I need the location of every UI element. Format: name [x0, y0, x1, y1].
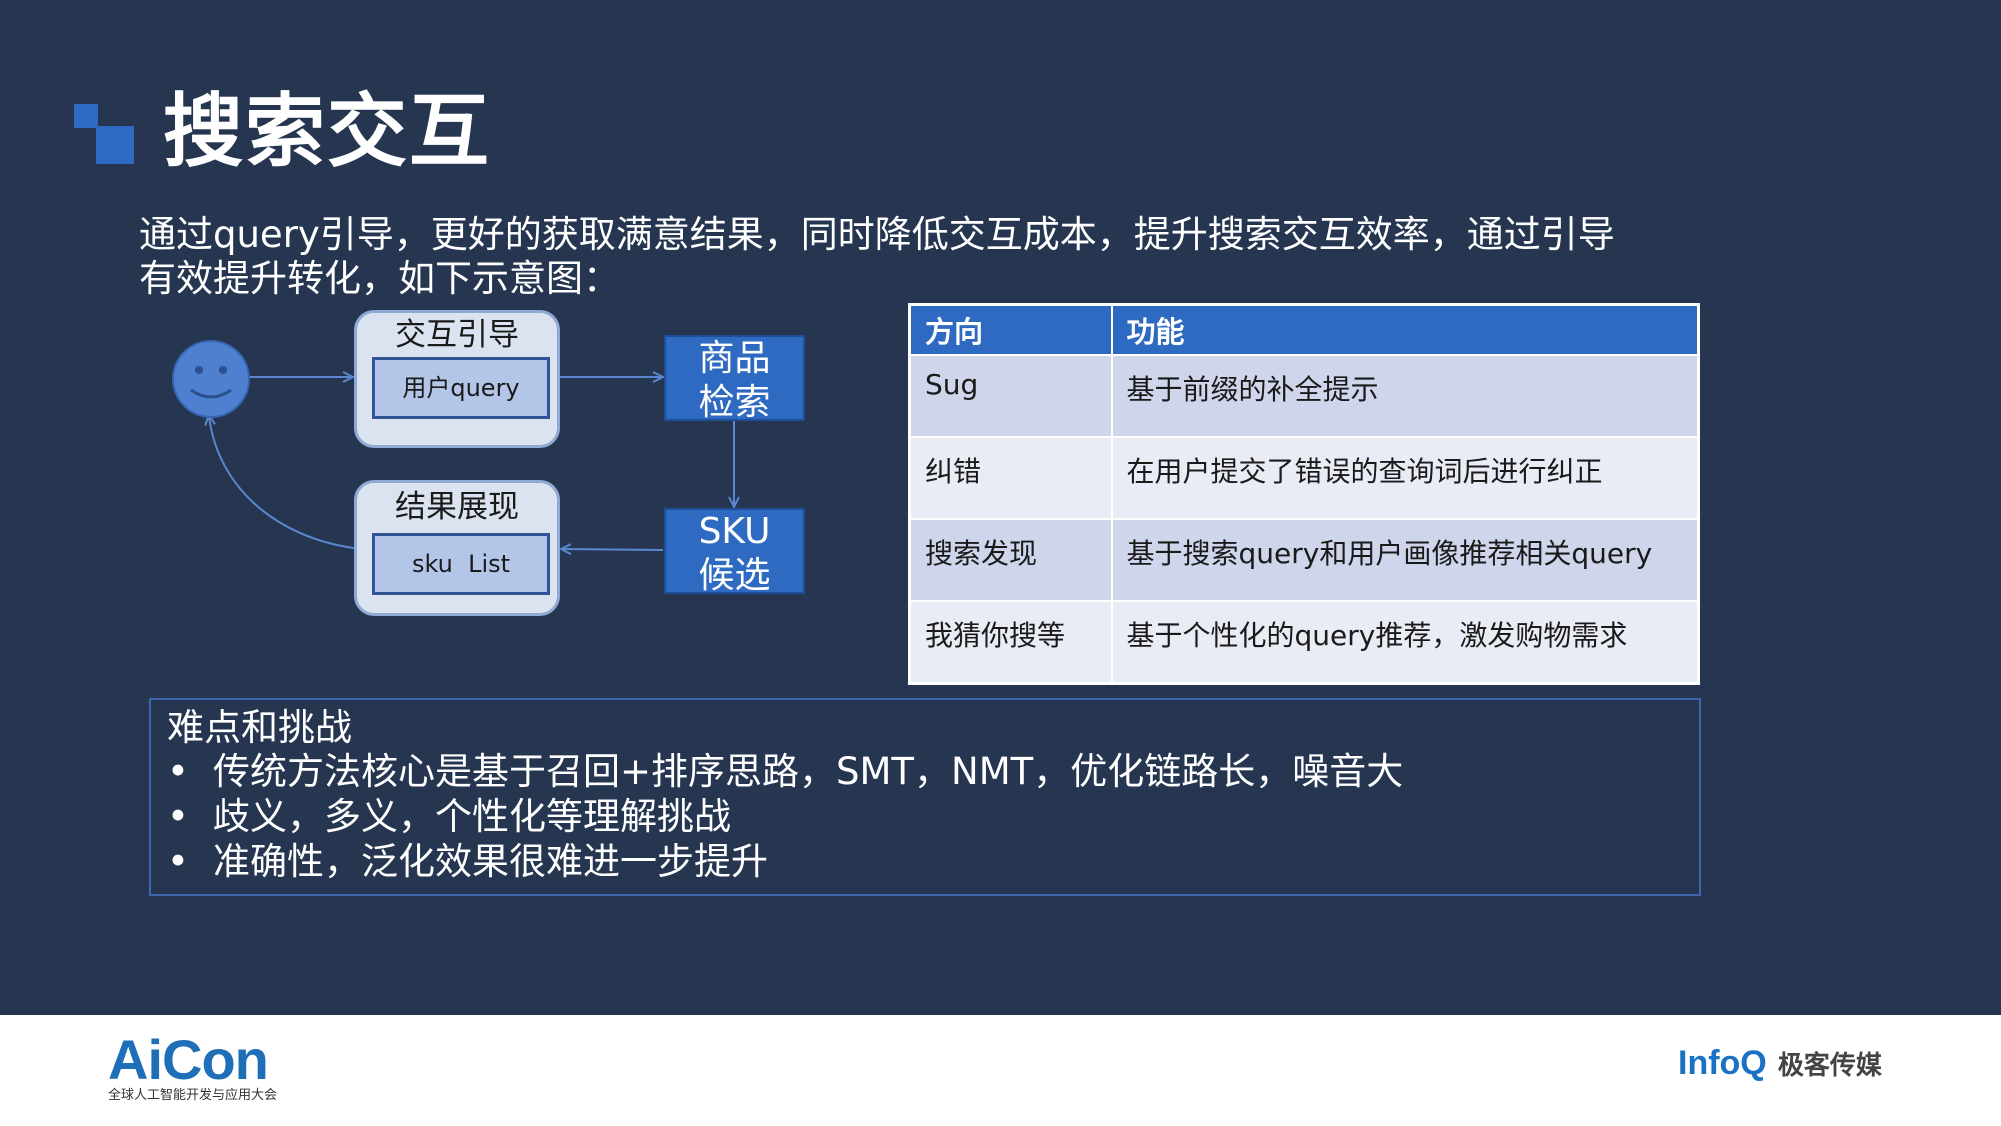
product-search-node: 商品 检索 [664, 335, 805, 423]
table-header-direction: 方向 [908, 303, 1113, 356]
bullet-1: • [167, 750, 189, 793]
table-row: Sug 基于前缀的补全提示 [908, 354, 1700, 438]
challenges-heading: 难点和挑战 [167, 706, 352, 749]
aicon-logo-text: AiCon [108, 1028, 269, 1091]
product-search-line-2: 检索 [698, 382, 771, 423]
table-cell: 基于个性化的query推荐，激发购物需求 [1110, 600, 1700, 685]
guide-node: 交互引导 用户query [354, 310, 560, 448]
challenge-item-3: 准确性，泛化效果很难进一步提升 [213, 840, 768, 883]
challenge-item-2: 歧义，多义，个性化等理解挑战 [213, 795, 731, 838]
aicon-logo: AiCon 全球人工智能开发与应用大会 [108, 1030, 277, 1104]
aicon-subtitle: 全球人工智能开发与应用大会 [108, 1088, 278, 1103]
table-cell: 我猜你搜等 [908, 600, 1113, 685]
function-table: 方向 功能 Sug 基于前缀的补全提示 纠错 在用户提交了错误的查询词后进行纠正… [908, 303, 1700, 685]
challenges-box: 难点和挑战 • 传统方法核心是基于召回+排序思路，SMT，NMT，优化链路长，噪… [149, 698, 1701, 896]
infoq-logo: InfoQ 极客传媒 [1678, 1044, 1882, 1088]
result-node: 结果展现 sku List [354, 480, 560, 616]
table-header-row: 方向 功能 [908, 303, 1700, 356]
product-search-line-1: 商品 [698, 338, 771, 379]
table-row: 纠错 在用户提交了错误的查询词后进行纠正 [908, 436, 1700, 520]
challenge-item-1: 传统方法核心是基于召回+排序思路，SMT，NMT，优化链路长，噪音大 [213, 750, 1404, 793]
table-cell: 在用户提交了错误的查询词后进行纠正 [1110, 436, 1700, 520]
user-query-box: 用户query [372, 357, 550, 419]
table-cell: 纠错 [908, 436, 1113, 520]
user-smiley-icon [172, 340, 250, 418]
arrow-sku-to-result [562, 549, 664, 550]
arrow-result-to-user [209, 416, 355, 549]
table-cell: 搜索发现 [908, 518, 1113, 602]
table-row: 搜索发现 基于搜索query和用户画像推荐相关query [908, 518, 1700, 602]
sku-candidates-line-1: SKU [698, 511, 771, 552]
bullet-2: • [167, 795, 189, 838]
table-cell: 基于前缀的补全提示 [1110, 354, 1700, 438]
table-header-function: 功能 [1110, 303, 1700, 356]
slide-background: 搜索交互 通过query引导，更好的获取满意结果，同时降低交互成本，提升搜索交互… [0, 0, 2001, 1015]
result-node-label: 结果展现 [395, 489, 519, 525]
infoq-logo-text: InfoQ [1678, 1044, 1767, 1082]
bullet-3: • [167, 840, 189, 883]
sku-candidates-line-2: 候选 [698, 555, 771, 596]
table-cell: 基于搜索query和用户画像推荐相关query [1110, 518, 1700, 602]
sku-list-box: sku List [372, 533, 550, 595]
infoq-cn-text: 极客传媒 [1777, 1051, 1882, 1081]
table-row: 我猜你搜等 基于个性化的query推荐，激发购物需求 [908, 600, 1700, 685]
guide-node-label: 交互引导 [395, 317, 519, 353]
sku-candidates-node: SKU 候选 [664, 508, 805, 596]
table-cell: Sug [908, 354, 1113, 438]
